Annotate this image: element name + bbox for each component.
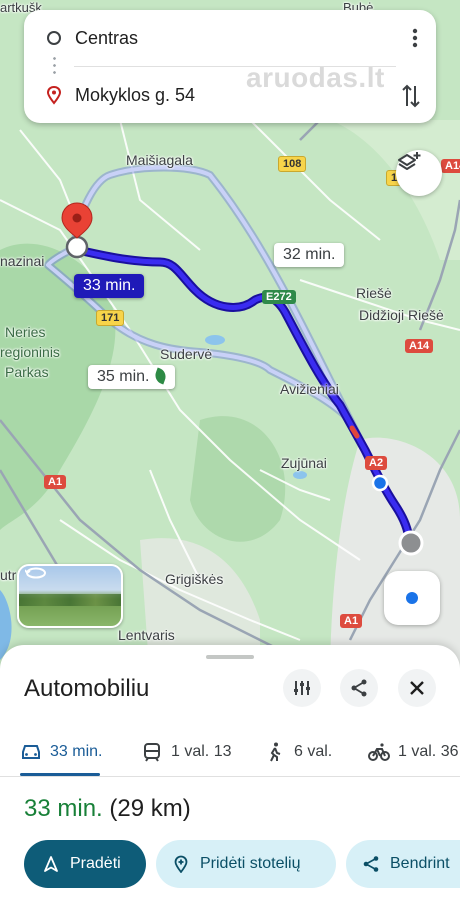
- destination-field[interactable]: Mokyklos g. 54: [44, 80, 386, 110]
- sheet-drag-handle[interactable]: [206, 655, 254, 659]
- road-shield: A14: [405, 339, 434, 353]
- place-label: Riešė: [356, 285, 392, 301]
- place-label: nazinai: [0, 253, 45, 269]
- origin-text: Centras: [75, 27, 139, 48]
- tab-transit[interactable]: 1 val. 13: [141, 727, 231, 777]
- street-view-rotate-icon: [25, 567, 46, 579]
- add-stops-button[interactable]: Pridėti stotelių: [156, 840, 336, 888]
- navigation-arrow-icon: [44, 856, 58, 872]
- eco-leaf-icon: [153, 367, 169, 385]
- route-time-eco-label: 35 min.: [97, 368, 150, 385]
- share-button[interactable]: Bendrint: [346, 840, 460, 888]
- place-label: Zujūnai: [281, 455, 327, 471]
- my-location-icon: [406, 592, 418, 604]
- tune-icon: [294, 681, 310, 695]
- road-shield: 108: [278, 156, 307, 172]
- start-button[interactable]: Pradėti: [24, 840, 146, 888]
- place-label: Parkas: [5, 364, 49, 380]
- close-icon: [410, 681, 424, 695]
- close-button[interactable]: [398, 669, 436, 707]
- road-shield: E272: [262, 290, 296, 304]
- route-time-active[interactable]: 33 min.: [74, 274, 145, 298]
- place-label: Avižieniai: [280, 381, 339, 397]
- place-label: regioninis: [0, 344, 60, 360]
- place-label: utr: [0, 567, 17, 583]
- road-shield: A1: [340, 614, 363, 628]
- add-location-icon: [174, 855, 188, 873]
- thumbnail-trees: [19, 594, 121, 606]
- share-icon: [351, 679, 367, 697]
- route-time-alt[interactable]: 32 min.: [274, 243, 345, 267]
- place-label: Grigiškės: [165, 571, 224, 587]
- tab-walk[interactable]: 6 val.: [264, 727, 332, 777]
- my-location-button[interactable]: [384, 571, 440, 625]
- tab-bike[interactable]: 1 val. 36: [368, 727, 458, 777]
- place-label: Maišiagala: [126, 152, 193, 168]
- place-label: Neries: [5, 324, 46, 340]
- add-stops-button-label: Pridėti stotelių: [200, 855, 301, 872]
- summary-time: 33 min.: [24, 795, 103, 822]
- road-shield: 171: [96, 310, 125, 326]
- place-label: Lentvaris: [118, 627, 175, 643]
- street-view-thumbnail[interactable]: [17, 564, 123, 628]
- more-options-icon[interactable]: [412, 28, 418, 48]
- destination-text: Mokyklos g. 54: [75, 84, 196, 105]
- destination-pin-icon: [46, 85, 62, 105]
- tab-car-label: 33 min.: [50, 743, 103, 760]
- share-icon: [363, 856, 379, 872]
- directions-card: Centras aruodas.lt Mokyklos g. 54: [24, 10, 436, 123]
- swap-icon[interactable]: [400, 82, 422, 110]
- place-label: Didžioji Riešė: [359, 307, 444, 323]
- directions-sheet: Automobiliu 33 min. 1 val. 13 6 val. 1 v…: [0, 645, 460, 900]
- tab-car[interactable]: 33 min.: [20, 727, 102, 777]
- travel-mode-tabs: 33 min. 1 val. 13 6 val. 1 val. 36: [0, 727, 460, 777]
- summary-distance: (29 km): [109, 795, 191, 822]
- road-shield: A14: [441, 159, 460, 173]
- place-label: Sudervė: [160, 346, 213, 362]
- active-tab-indicator: [20, 773, 100, 776]
- transit-icon: [144, 743, 160, 762]
- road-shield: A1: [44, 475, 67, 489]
- route-options-button[interactable]: [283, 669, 321, 707]
- road-shield: A2: [365, 456, 388, 470]
- travel-mode-title: Automobiliu: [24, 675, 150, 702]
- tab-walk-label: 6 val.: [294, 743, 333, 760]
- route-summary: 33 min. (29 km): [24, 795, 191, 823]
- share-route-button[interactable]: [340, 669, 378, 707]
- walk-icon: [270, 742, 281, 762]
- tab-bike-label: 1 val. 36: [398, 743, 459, 760]
- route-time-eco[interactable]: 35 min.: [88, 365, 176, 389]
- origin-circle-icon: [47, 31, 61, 45]
- action-buttons-row: Pradėti Pridėti stotelių Bendrint: [0, 840, 460, 890]
- start-button-label: Pradėti: [70, 855, 121, 872]
- share-button-label: Bendrint: [390, 855, 450, 872]
- origin-field[interactable]: Centras: [44, 23, 386, 53]
- tab-transit-label: 1 val. 13: [171, 743, 232, 760]
- layers-button[interactable]: [396, 150, 442, 196]
- route-dots-connector: [53, 55, 56, 77]
- layers-icon: [398, 152, 421, 170]
- car-icon: [22, 745, 40, 759]
- bike-icon: [368, 743, 390, 761]
